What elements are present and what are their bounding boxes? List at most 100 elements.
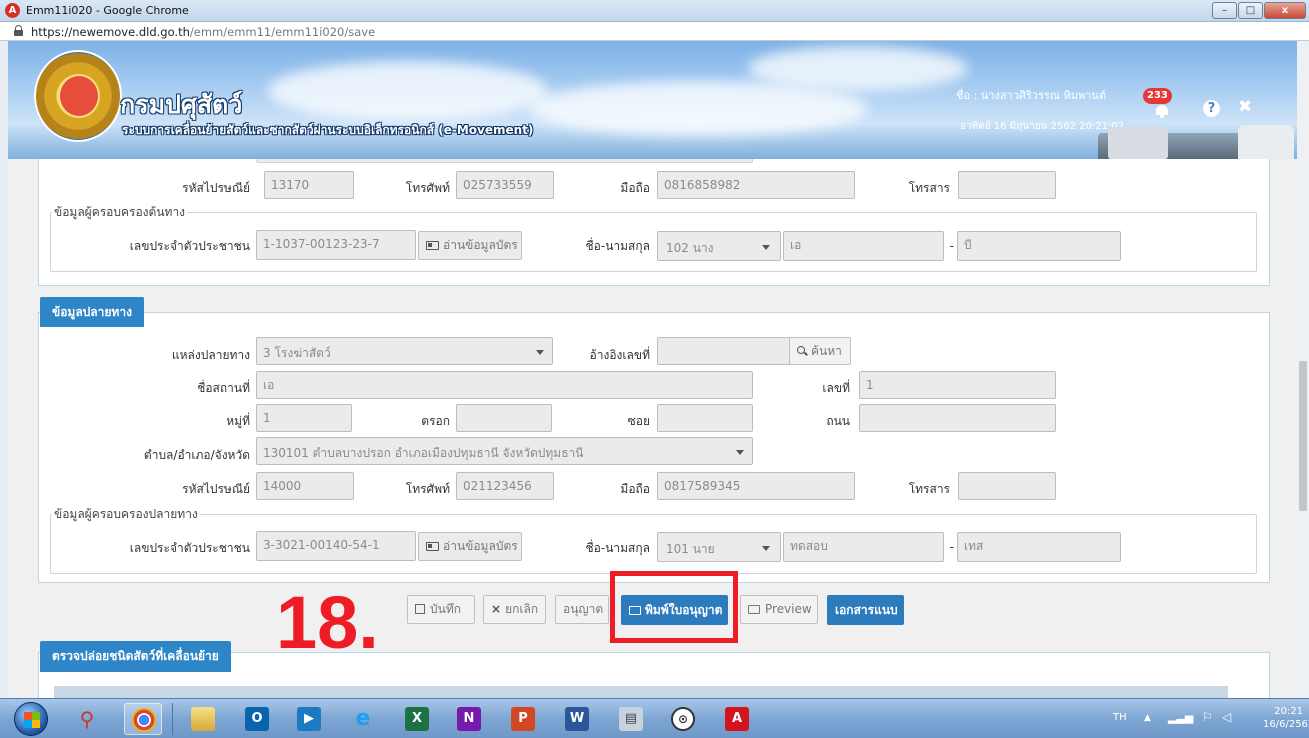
language-indicator[interactable]: TH	[1113, 712, 1127, 723]
dest-first-name-field[interactable]: ทดสอบ	[783, 532, 944, 562]
dest-prefix-value: 101 นาย	[666, 542, 715, 556]
dest-phone-field[interactable]: 021123456	[456, 472, 554, 500]
scrollbar-thumb[interactable]	[1299, 361, 1307, 511]
bell-icon[interactable]	[1154, 103, 1170, 119]
media-player-icon: ▶	[297, 707, 321, 731]
department-seal-logo	[34, 50, 122, 142]
attachments-button[interactable]: เอกสารแนบ	[827, 595, 904, 625]
dest-road-field[interactable]	[859, 404, 1056, 432]
outlook-icon: O	[245, 707, 269, 731]
signal-icon[interactable]: ▂▃▅	[1168, 711, 1193, 724]
tray-up-arrow-icon[interactable]: ▲	[1144, 713, 1151, 723]
origin-fax-label: โทรสาร	[908, 181, 950, 195]
truck-cab	[1238, 125, 1294, 159]
media-player-taskbar-button[interactable]: ▶	[290, 703, 328, 735]
origin-prefix-value: 102 นาง	[666, 241, 714, 255]
excel-taskbar-button[interactable]: X	[398, 703, 436, 735]
origin-prefix-select[interactable]: 102 นาง	[657, 231, 781, 261]
dest-search-label: ค้นหา	[811, 344, 842, 358]
lock-icon	[14, 25, 23, 36]
dest-source-select[interactable]: 3 โรงฆ่าสัตว์	[256, 337, 553, 365]
word-taskbar-button[interactable]: W	[558, 703, 596, 735]
minimize-button[interactable]: –	[1212, 2, 1237, 19]
maximize-button[interactable]: □	[1238, 2, 1263, 19]
windows-start-button[interactable]	[14, 702, 48, 736]
dest-prefix-select[interactable]: 101 นาย	[657, 532, 781, 562]
pin-app-taskbar-button[interactable]: ⚲	[68, 703, 106, 735]
printer-icon: ▤	[619, 707, 643, 731]
dest-area-value: 130101 ตำบลบางปรอก อำเภอเมืองปทุมธานี จั…	[263, 446, 584, 460]
help-icon[interactable]: ?	[1203, 100, 1220, 117]
dest-moo-field[interactable]: 1	[256, 404, 352, 432]
truck-illustration	[1098, 125, 1294, 159]
chrome-taskbar-button[interactable]	[124, 703, 162, 735]
origin-last-name-field[interactable]: บี	[957, 231, 1121, 261]
dest-fax-field[interactable]	[958, 472, 1056, 500]
close-icon: ×	[491, 602, 502, 616]
site-header: กรมปศุสัตว์ ระบบการเคลื่อนย้ายสัตว์และซา…	[8, 41, 1297, 159]
header-datetime: อาทิตย์ 16 มิถุนายน 2562 20:21:02	[960, 121, 1125, 132]
search-icon	[797, 346, 807, 356]
dest-last-name-field[interactable]: เทส	[957, 532, 1121, 562]
origin-phone-field[interactable]: 025733559	[456, 171, 554, 199]
dest-postal-field[interactable]: 14000	[256, 472, 354, 500]
cancel-button[interactable]: × ยกเลิก	[483, 595, 546, 624]
dest-soi-field[interactable]	[657, 404, 753, 432]
windows-taskbar: ⚲ O ▶ e X N P W ▤ ⊙ A TH ▲ ▂▃▅ ⚐ ◁ 20:21…	[0, 698, 1309, 738]
dest-phone-label: โทรศัพท์	[405, 482, 450, 496]
origin-postal-field[interactable]: 13170	[264, 171, 354, 199]
dest-mobile-field[interactable]: 0817589345	[657, 472, 855, 500]
taskbar-separator	[172, 703, 173, 735]
origin-mobile-field[interactable]: 0816858982	[657, 171, 855, 199]
notification-badge[interactable]: 233	[1143, 88, 1172, 104]
close-window-button[interactable]: x	[1264, 2, 1306, 19]
origin-read-card-button[interactable]: อ่านข้อมูลบัตร	[418, 231, 522, 260]
chevron-down-icon	[762, 245, 770, 250]
save-button[interactable]: บันทึก	[407, 595, 475, 624]
url-text[interactable]: https://newemove.dld.go.th/emm/emm11/emm…	[31, 25, 375, 39]
dest-id-field[interactable]: 3-3021-00140-54-1	[256, 531, 416, 561]
dest-read-card-label: อ่านข้อมูลบัตร	[443, 539, 518, 553]
destination-section-title: ข้อมูลปลายทาง	[40, 297, 144, 327]
printer-icon	[748, 605, 760, 614]
internet-explorer-taskbar-button[interactable]: e	[344, 703, 382, 735]
dest-house-no-field[interactable]: 1	[859, 371, 1056, 399]
id-card-icon	[426, 542, 439, 551]
save-label: บันทึก	[430, 602, 461, 616]
dest-ref-field[interactable]	[657, 337, 791, 365]
origin-read-card-label: อ่านข้อมูลบัตร	[443, 238, 518, 252]
dest-place-field[interactable]: เอ	[256, 371, 753, 399]
logout-close-icon[interactable]: ✖	[1238, 97, 1252, 117]
onenote-taskbar-button[interactable]: N	[450, 703, 488, 735]
chrome-app-icon: A	[5, 3, 20, 18]
dest-read-card-button[interactable]: อ่านข้อมูลบัตร	[418, 532, 522, 561]
onenote-icon: N	[457, 707, 481, 731]
dest-name-label: ชื่อ-นามสกุล	[585, 541, 650, 555]
origin-first-name-field[interactable]: เอ	[783, 231, 944, 261]
id-card-icon	[426, 241, 439, 250]
powerpoint-taskbar-button[interactable]: P	[504, 703, 542, 735]
volume-icon[interactable]: ◁	[1222, 710, 1231, 724]
org-name: กรมปศุสัตว์	[120, 90, 243, 119]
release-section-title: ตรวจปล่อยชนิดสัตว์ที่เคลื่อนย้าย	[40, 641, 231, 672]
origin-name-label: ชื่อ-นามสกุล	[585, 239, 650, 253]
outlook-taskbar-button[interactable]: O	[238, 703, 276, 735]
origin-id-label: เลขประจำตัวประชาชน	[129, 239, 250, 253]
preview-button[interactable]: Preview	[740, 595, 818, 624]
vertical-scrollbar[interactable]	[1297, 41, 1309, 698]
url-host: https://newemove.dld.go.th	[31, 25, 190, 39]
dest-search-button[interactable]: ค้นหา	[789, 337, 851, 365]
dest-area-select[interactable]: 130101 ตำบลบางปรอก อำเภอเมืองปทุมธานี จั…	[256, 437, 753, 465]
address-bar[interactable]: https://newemove.dld.go.th/emm/emm11/emm…	[0, 22, 1309, 41]
origin-id-field[interactable]: 1-1037-00123-23-7	[256, 230, 416, 260]
acrobat-taskbar-button[interactable]: A	[718, 703, 756, 735]
tray-time: 20:21	[1274, 706, 1304, 717]
dest-trok-field[interactable]	[456, 404, 552, 432]
approve-button[interactable]: อนุญาต	[555, 595, 609, 624]
tray-clock[interactable]: 20:21 16/6/2562	[1263, 705, 1309, 731]
clock-taskbar-button[interactable]: ⊙	[664, 703, 702, 735]
file-explorer-taskbar-button[interactable]	[184, 703, 222, 735]
origin-fax-field[interactable]	[958, 171, 1056, 199]
network-icon[interactable]: ⚐	[1202, 710, 1213, 724]
printer-taskbar-button[interactable]: ▤	[612, 703, 650, 735]
